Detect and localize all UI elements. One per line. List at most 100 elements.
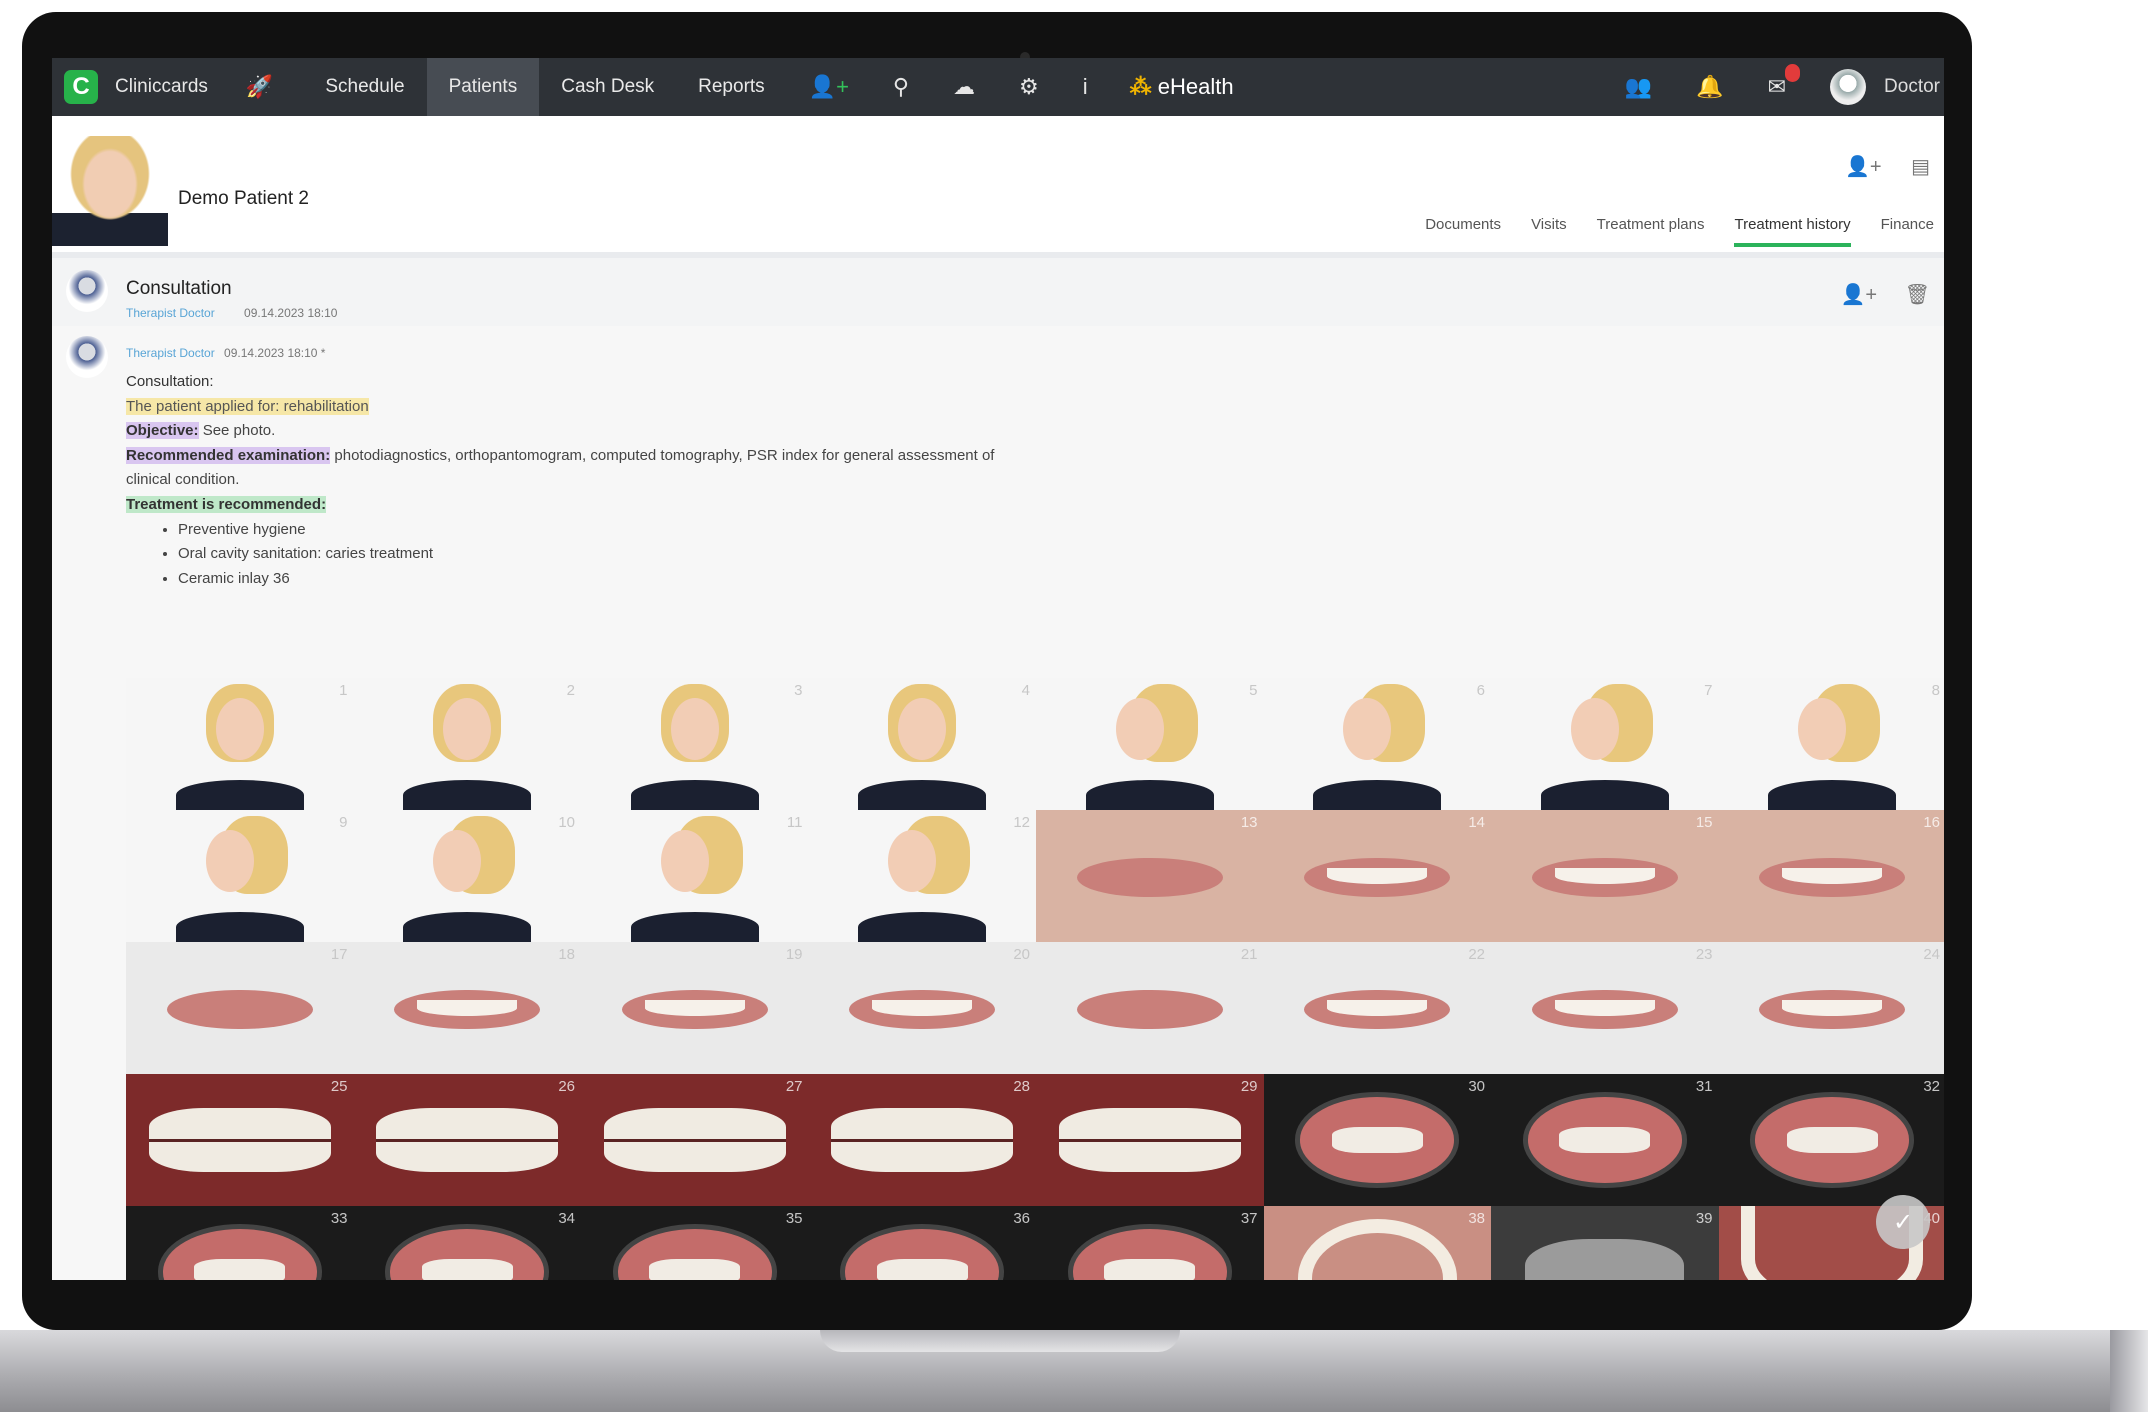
photo-thumbnail[interactable]: 36: [808, 1206, 1036, 1280]
photo-thumbnail[interactable]: 5: [1036, 678, 1264, 810]
nav-reports[interactable]: Reports: [676, 58, 787, 116]
messages-icon[interactable]: ✉: [1768, 64, 1801, 100]
treatment-list: Preventive hygiene Oral cavity sanitatio…: [126, 518, 1026, 592]
photo-thumbnail[interactable]: 35: [581, 1206, 809, 1280]
photo-thumbnail[interactable]: 33: [126, 1206, 354, 1280]
app-logo[interactable]: C: [64, 70, 98, 104]
avatar[interactable]: [1830, 69, 1867, 105]
treatment-item: Ceramic inlay 36: [178, 567, 1026, 592]
photo-thumbnail[interactable]: 22: [1263, 942, 1491, 1074]
photo-thumbnail[interactable]: 18: [353, 942, 581, 1074]
brand-name[interactable]: Cliniccards: [115, 76, 208, 98]
photo-number: 1: [339, 682, 348, 699]
exam-label: Recommended examination:: [126, 446, 331, 464]
trash-icon[interactable]: 🗑: [1905, 284, 1930, 306]
photo-thumbnail[interactable]: 15: [1491, 810, 1719, 942]
id-card-icon[interactable]: ▤: [1911, 156, 1930, 178]
assign-user-icon[interactable]: 👤+: [1840, 284, 1877, 306]
photo-number: 11: [786, 814, 803, 831]
tab-treatment-history[interactable]: Treatment history: [1734, 216, 1851, 247]
photo-thumbnail[interactable]: 39: [1491, 1206, 1719, 1280]
photo-number: 20: [1013, 946, 1030, 963]
photo-thumbnail[interactable]: 2: [353, 678, 581, 810]
treatment-label: Treatment is recommended:: [126, 495, 327, 513]
photo-number: 36: [1013, 1210, 1030, 1227]
top-navigation: C Cliniccards 🚀 Schedule Patients Cash D…: [52, 58, 1944, 116]
photo-number: 31: [1695, 1078, 1713, 1095]
check-icon[interactable]: ✓: [1876, 1195, 1930, 1249]
shoulders: [175, 780, 304, 810]
photo-thumbnail[interactable]: 13: [1036, 810, 1264, 942]
photo-thumbnail[interactable]: 37: [1036, 1206, 1264, 1280]
patient-tabs: Documents Visits Treatment plans Treatme…: [1395, 216, 1934, 247]
nav-schedule[interactable]: Schedule: [303, 58, 426, 116]
photo-number: 23: [1695, 946, 1713, 963]
photo-number: 39: [1695, 1210, 1713, 1227]
photo-thumbnail[interactable]: 12: [808, 810, 1036, 942]
photo-thumbnail[interactable]: 31: [1491, 1074, 1719, 1206]
ehealth-link[interactable]: ⁂ eHealth: [1130, 74, 1234, 100]
laptop-notch: [820, 1330, 1180, 1352]
photo-thumbnail[interactable]: 34: [353, 1206, 581, 1280]
add-patient-icon[interactable]: 👤+: [809, 74, 849, 100]
photo-number: 9: [339, 814, 348, 831]
photo-thumbnail[interactable]: 10: [353, 810, 581, 942]
consultation-meta: Therapist Doctor 09.14.2023 18:10: [126, 306, 337, 320]
photo-thumbnail[interactable]: 1: [126, 678, 354, 810]
tab-visits[interactable]: Visits: [1531, 216, 1567, 247]
photo-thumbnail[interactable]: 30: [1263, 1074, 1491, 1206]
photo-thumbnail[interactable]: 17: [126, 942, 354, 1074]
photo-thumbnail[interactable]: 11: [581, 810, 809, 942]
shoulders: [1540, 780, 1669, 810]
photo-thumbnail[interactable]: 38: [1263, 1206, 1491, 1280]
photo-number: 19: [785, 946, 803, 963]
photo-thumbnail[interactable]: 9: [126, 810, 354, 942]
photo-thumbnail[interactable]: 25: [126, 1074, 354, 1206]
photo-number: 29: [1240, 1078, 1258, 1095]
photo-thumbnail[interactable]: 32: [1718, 1074, 1944, 1206]
photo-thumbnail[interactable]: 28: [808, 1074, 1036, 1206]
photo-thumbnail[interactable]: 16: [1718, 810, 1944, 942]
photo-thumbnail[interactable]: 29: [1036, 1074, 1264, 1206]
photo-thumbnail[interactable]: 4: [808, 678, 1036, 810]
photo-number: 37: [1240, 1210, 1258, 1227]
photo-thumbnail[interactable]: 6: [1263, 678, 1491, 810]
settings-icon[interactable]: ⚙: [1019, 74, 1039, 100]
photo-number: 27: [785, 1078, 803, 1095]
consultation-author[interactable]: Therapist Doctor: [126, 306, 215, 320]
photo-number: 4: [1021, 682, 1030, 699]
bell-icon[interactable]: 🔔: [1696, 74, 1723, 100]
tab-finance[interactable]: Finance: [1881, 216, 1934, 247]
photo-thumbnail[interactable]: 24: [1718, 942, 1944, 1074]
tab-documents[interactable]: Documents: [1425, 216, 1501, 247]
photo-thumbnail[interactable]: 8: [1718, 678, 1944, 810]
photo-thumbnail[interactable]: 23: [1491, 942, 1719, 1074]
photo-thumbnail[interactable]: 21: [1036, 942, 1264, 1074]
info-icon[interactable]: i: [1083, 74, 1088, 100]
nav-cash-desk[interactable]: Cash Desk: [539, 58, 676, 116]
photo-number: 22: [1468, 946, 1485, 963]
objective-text: See photo.: [198, 422, 276, 440]
photo-thumbnail[interactable]: 7: [1491, 678, 1719, 810]
photo-thumbnail[interactable]: 14: [1263, 810, 1491, 942]
photo-thumbnail[interactable]: 26: [353, 1074, 581, 1206]
users-icon[interactable]: 👥: [1625, 74, 1652, 100]
cloud-icon[interactable]: ☁: [953, 74, 975, 100]
photo-thumbnail[interactable]: 19: [581, 942, 809, 1074]
consultation-row[interactable]: Consultation Therapist Doctor 09.14.2023…: [52, 258, 1944, 326]
photo-thumbnail[interactable]: 27: [581, 1074, 809, 1206]
user-menu[interactable]: Doctor: [1884, 76, 1940, 98]
rocket-icon[interactable]: 🚀: [246, 74, 273, 100]
tab-treatment-plans[interactable]: Treatment plans: [1597, 216, 1705, 247]
patient-photo: [52, 136, 168, 246]
note-author[interactable]: Therapist Doctor: [126, 346, 215, 360]
photo-number: 14: [1468, 814, 1485, 831]
search-icon[interactable]: ⚲: [893, 74, 909, 100]
add-user-icon[interactable]: 👤+: [1845, 156, 1882, 178]
laptop-edge: [2110, 1330, 2148, 1412]
photo-number: 3: [794, 682, 803, 699]
photo-thumbnail[interactable]: 20: [808, 942, 1036, 1074]
note-doctor-avatar: [66, 336, 108, 378]
photo-thumbnail[interactable]: 3: [581, 678, 809, 810]
nav-patients[interactable]: Patients: [426, 58, 540, 116]
